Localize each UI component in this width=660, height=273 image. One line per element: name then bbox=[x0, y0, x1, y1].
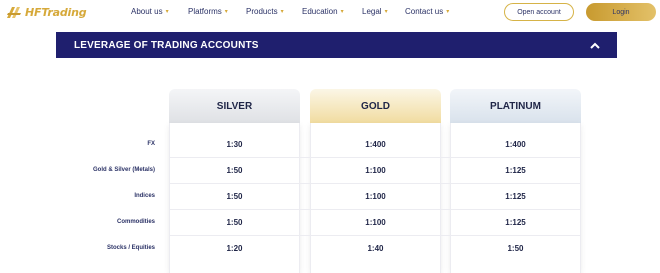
row-divider bbox=[169, 183, 580, 184]
cell-indices-platinum: 1:125 bbox=[505, 192, 526, 201]
login-button[interactable]: Login bbox=[586, 3, 656, 21]
open-account-button[interactable]: Open account bbox=[504, 3, 574, 21]
row-label-stocks: Stocks / Equities bbox=[106, 245, 155, 251]
row-divider bbox=[169, 157, 580, 158]
cell-stocks-platinum: 1:50 bbox=[507, 244, 524, 253]
nav-legal[interactable]: Legal ▾ bbox=[362, 7, 388, 16]
cell-commodities-platinum: 1:125 bbox=[505, 218, 526, 227]
nav-label: Platforms bbox=[188, 7, 222, 16]
cell-indices-gold: 1:100 bbox=[365, 192, 386, 201]
cell-commodities-silver: 1:50 bbox=[226, 218, 243, 227]
nav-label: Education bbox=[302, 7, 338, 16]
chevron-down-icon: ▾ bbox=[384, 9, 388, 15]
cell-fx-gold: 1:400 bbox=[365, 140, 386, 149]
row-label-fx: FX bbox=[147, 141, 155, 147]
cell-indices-silver: 1:50 bbox=[226, 192, 243, 201]
logo-text: HFTrading bbox=[25, 6, 87, 19]
cell-commodities-gold: 1:100 bbox=[365, 218, 386, 227]
section-title: LEVERAGE OF TRADING ACCOUNTS bbox=[74, 39, 259, 51]
nav-contact-us[interactable]: Contact us ▾ bbox=[405, 7, 449, 16]
chevron-down-icon: ▾ bbox=[446, 9, 450, 15]
column-header-platinum: PLATINUM bbox=[450, 89, 581, 123]
top-navigation-bar: HFTrading About us ▾ Platforms ▾ Products ▾… bbox=[0, 0, 660, 26]
chevron-down-icon: ▾ bbox=[280, 9, 284, 15]
logo-icon bbox=[6, 5, 23, 20]
nav-education[interactable]: Education ▾ bbox=[302, 7, 344, 16]
cell-metals-silver: 1:50 bbox=[226, 166, 243, 175]
chevron-down-icon: ▾ bbox=[224, 9, 228, 15]
row-label-commodities: Commodities bbox=[116, 219, 155, 225]
column-header-gold: GOLD bbox=[310, 89, 441, 123]
column-header-silver: SILVER bbox=[169, 89, 300, 123]
logo[interactable]: HFTrading bbox=[6, 5, 87, 20]
cell-stocks-gold: 1:40 bbox=[367, 244, 384, 253]
row-divider bbox=[169, 209, 580, 210]
cell-metals-gold: 1:100 bbox=[365, 166, 386, 175]
nav-label: Contact us bbox=[405, 7, 444, 16]
chevron-up-icon[interactable] bbox=[589, 39, 601, 51]
row-label-indices: Indices bbox=[134, 193, 155, 199]
chevron-down-icon: ▾ bbox=[165, 9, 169, 15]
cell-stocks-silver: 1:20 bbox=[226, 244, 243, 253]
chevron-down-icon: ▾ bbox=[340, 9, 344, 15]
row-label-metals: Gold & Silver (Metals) bbox=[92, 167, 155, 173]
cell-fx-platinum: 1:400 bbox=[505, 140, 526, 149]
leverage-section-header[interactable]: LEVERAGE OF TRADING ACCOUNTS bbox=[56, 32, 617, 58]
cell-fx-silver: 1:30 bbox=[226, 140, 243, 149]
row-divider bbox=[169, 235, 580, 236]
nav-about-us[interactable]: About us ▾ bbox=[131, 7, 169, 16]
nav-label: Legal bbox=[362, 7, 382, 16]
nav-products[interactable]: Products ▾ bbox=[246, 7, 284, 16]
nav-label: Products bbox=[246, 7, 278, 16]
nav-label: About us bbox=[131, 7, 163, 16]
cell-metals-platinum: 1:125 bbox=[505, 166, 526, 175]
nav-platforms[interactable]: Platforms ▾ bbox=[188, 7, 228, 16]
